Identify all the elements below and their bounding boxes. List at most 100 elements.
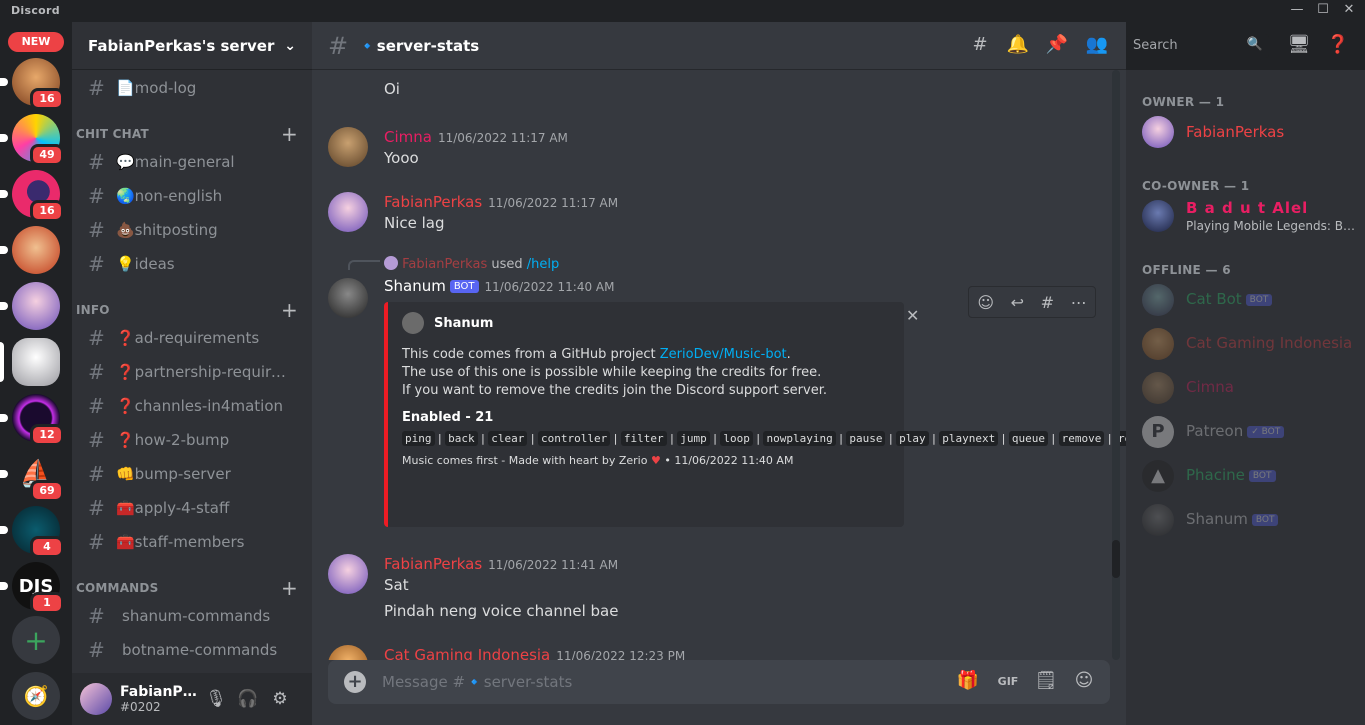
channel-main-general[interactable]: # 💬main-general: [80, 146, 304, 178]
add-server-button[interactable]: +: [12, 616, 60, 664]
create-thread-icon[interactable]: #: [1041, 293, 1054, 312]
server-icon-4[interactable]: [0, 226, 60, 274]
message-input[interactable]: Message #🔹server-stats: [382, 673, 572, 691]
category-commands[interactable]: COMMANDS +: [76, 576, 306, 600]
sticker-icon[interactable]: 🗒: [1034, 670, 1058, 694]
reply-icon[interactable]: ↩: [1011, 293, 1024, 312]
hash-icon: #: [88, 326, 105, 350]
channel-shitposting[interactable]: # 💩shitposting: [80, 214, 304, 246]
channel-apply-4-staff[interactable]: # 🧰apply-4-staff: [80, 492, 304, 524]
add-channel-icon[interactable]: +: [281, 298, 298, 322]
channel-non-english[interactable]: # 🌏non-english: [80, 180, 304, 212]
message-author[interactable]: Shanum: [384, 277, 446, 295]
new-badge[interactable]: NEW: [8, 32, 64, 52]
threads-icon[interactable]: #: [968, 34, 992, 58]
channel-botname-commands[interactable]: # botname-commands: [80, 634, 304, 666]
explore-servers-icon[interactable]: 🧭: [12, 672, 60, 720]
server-icon-6-selected[interactable]: [0, 338, 60, 386]
channel-channles-in4mation[interactable]: # ❓channles-in4mation: [80, 390, 304, 422]
message-author[interactable]: FabianPerkas: [384, 555, 482, 573]
channel-ad-requirements[interactable]: # ❓ad-requirements: [80, 322, 304, 354]
server-icon-9[interactable]: 4: [0, 506, 64, 558]
pin-icon[interactable]: 📌: [1045, 34, 1069, 58]
more-icon[interactable]: ⋯: [1071, 293, 1087, 312]
avatar[interactable]: [328, 192, 368, 232]
channel-list: # 📄mod-log CHIT CHAT + # 💬main-general # 🌏no…: [72, 70, 312, 675]
maximize-icon[interactable]: ☐: [1314, 2, 1332, 17]
dismiss-embed-icon[interactable]: ✕: [906, 306, 919, 325]
hash-icon: #: [88, 252, 105, 276]
inbox-icon[interactable]: 🖥: [1287, 34, 1311, 58]
add-reaction-icon[interactable]: ☺: [977, 293, 994, 312]
server-icon-2[interactable]: 49: [0, 114, 64, 166]
member-item[interactable]: ▲ Phacine BOT: [1142, 459, 1357, 493]
hash-icon: #: [88, 462, 105, 486]
channel-staff-members[interactable]: # 🧰staff-members: [80, 526, 304, 558]
add-channel-icon[interactable]: +: [281, 122, 298, 146]
server-icon-1[interactable]: 16: [0, 58, 64, 110]
hash-icon: #: [88, 638, 105, 662]
server-icon-5[interactable]: [0, 282, 60, 330]
member-item[interactable]: Cat Bot BOT: [1142, 283, 1357, 317]
channel-ideas[interactable]: # 💡ideas: [80, 248, 304, 280]
avatar[interactable]: [80, 683, 112, 715]
member-list-icon[interactable]: 👥: [1085, 34, 1109, 58]
upload-plus-icon[interactable]: +: [344, 671, 366, 693]
member-item[interactable]: B a d u t Alel Playing Mobile Legends: B…: [1142, 199, 1357, 233]
bell-icon[interactable]: 🔔: [1006, 34, 1030, 58]
channel-shanum-commands[interactable]: # shanum-commands: [80, 600, 304, 632]
member-item[interactable]: FabianPerkas: [1142, 115, 1357, 149]
app-title: Discord: [11, 4, 60, 17]
avatar[interactable]: [328, 554, 368, 594]
emoji-icon[interactable]: ☺: [1072, 670, 1096, 694]
gif-icon[interactable]: GIF: [996, 670, 1020, 694]
hash-icon: #: [88, 394, 105, 418]
avatar[interactable]: [328, 278, 368, 318]
server-icon-3[interactable]: 16: [0, 170, 64, 222]
channel-mod-log[interactable]: # 📄mod-log: [80, 72, 304, 104]
minimize-icon[interactable]: —: [1288, 2, 1306, 17]
member-item[interactable]: P Patreon ✓ BOT: [1142, 415, 1357, 449]
channel-partnership-requirements[interactable]: # ❓partnership-require...: [80, 356, 304, 388]
avatar[interactable]: [328, 127, 368, 167]
separator: |: [668, 432, 676, 445]
member-item[interactable]: Shanum BOT: [1142, 503, 1357, 537]
hash-icon: #: [88, 218, 105, 242]
message-composer[interactable]: + Message #🔹server-stats 🎁 GIF 🗒 ☺: [328, 660, 1110, 704]
add-channel-icon[interactable]: +: [281, 576, 298, 600]
server-icon-8[interactable]: ⛵ 69: [0, 450, 64, 502]
command-chip: playnext: [939, 431, 999, 446]
message-author[interactable]: Cimna: [384, 128, 432, 146]
command-chip: remove: [1058, 431, 1105, 446]
settings-gear-icon[interactable]: ⚙: [264, 683, 296, 715]
server-icon-7[interactable]: 12: [0, 394, 64, 446]
gift-icon[interactable]: 🎁: [956, 670, 980, 694]
close-window-icon[interactable]: ✕: [1340, 2, 1358, 17]
message-author[interactable]: FabianPerkas: [384, 193, 482, 211]
search-input[interactable]: Search 🔍: [1127, 34, 1269, 58]
help-icon[interactable]: ❓: [1326, 34, 1350, 58]
category-info[interactable]: INFO +: [76, 298, 306, 322]
separator: |: [436, 432, 444, 445]
server-list: NEW 16 49 16 12 ⛵ 69 4 DJS 1 + 🧭: [0, 22, 72, 725]
member-item[interactable]: Cat Gaming Indonesia: [1142, 327, 1357, 361]
scrollbar-thumb[interactable]: [1112, 540, 1120, 578]
channel-bump-server[interactable]: # 👊bump-server: [80, 458, 304, 490]
channel-how-2-bump[interactable]: # ❓how-2-bump: [80, 424, 304, 456]
reply-reference[interactable]: FabianPerkas used /help: [384, 256, 559, 272]
microphone-icon[interactable]: 🎙: [200, 683, 232, 715]
message-author[interactable]: Cat Gaming Indonesia: [384, 646, 550, 660]
category-chit-chat[interactable]: CHIT CHAT +: [76, 122, 306, 146]
server-icon-10[interactable]: DJS 1: [0, 562, 64, 614]
member-item[interactable]: Cimna: [1142, 371, 1357, 405]
hash-icon: #: [88, 530, 105, 554]
bot-badge: BOT: [449, 280, 479, 293]
bot-badge: BOT: [1248, 470, 1276, 482]
server-header[interactable]: FabianPerkas's server ⌄: [72, 22, 312, 70]
reply-connector: [348, 260, 380, 270]
command-chip: clear: [488, 431, 528, 446]
avatar: [402, 312, 424, 334]
headphones-icon[interactable]: 🎧: [232, 683, 264, 715]
avatar[interactable]: [328, 645, 368, 660]
github-link[interactable]: ZerioDev/Music-bot: [660, 347, 787, 362]
